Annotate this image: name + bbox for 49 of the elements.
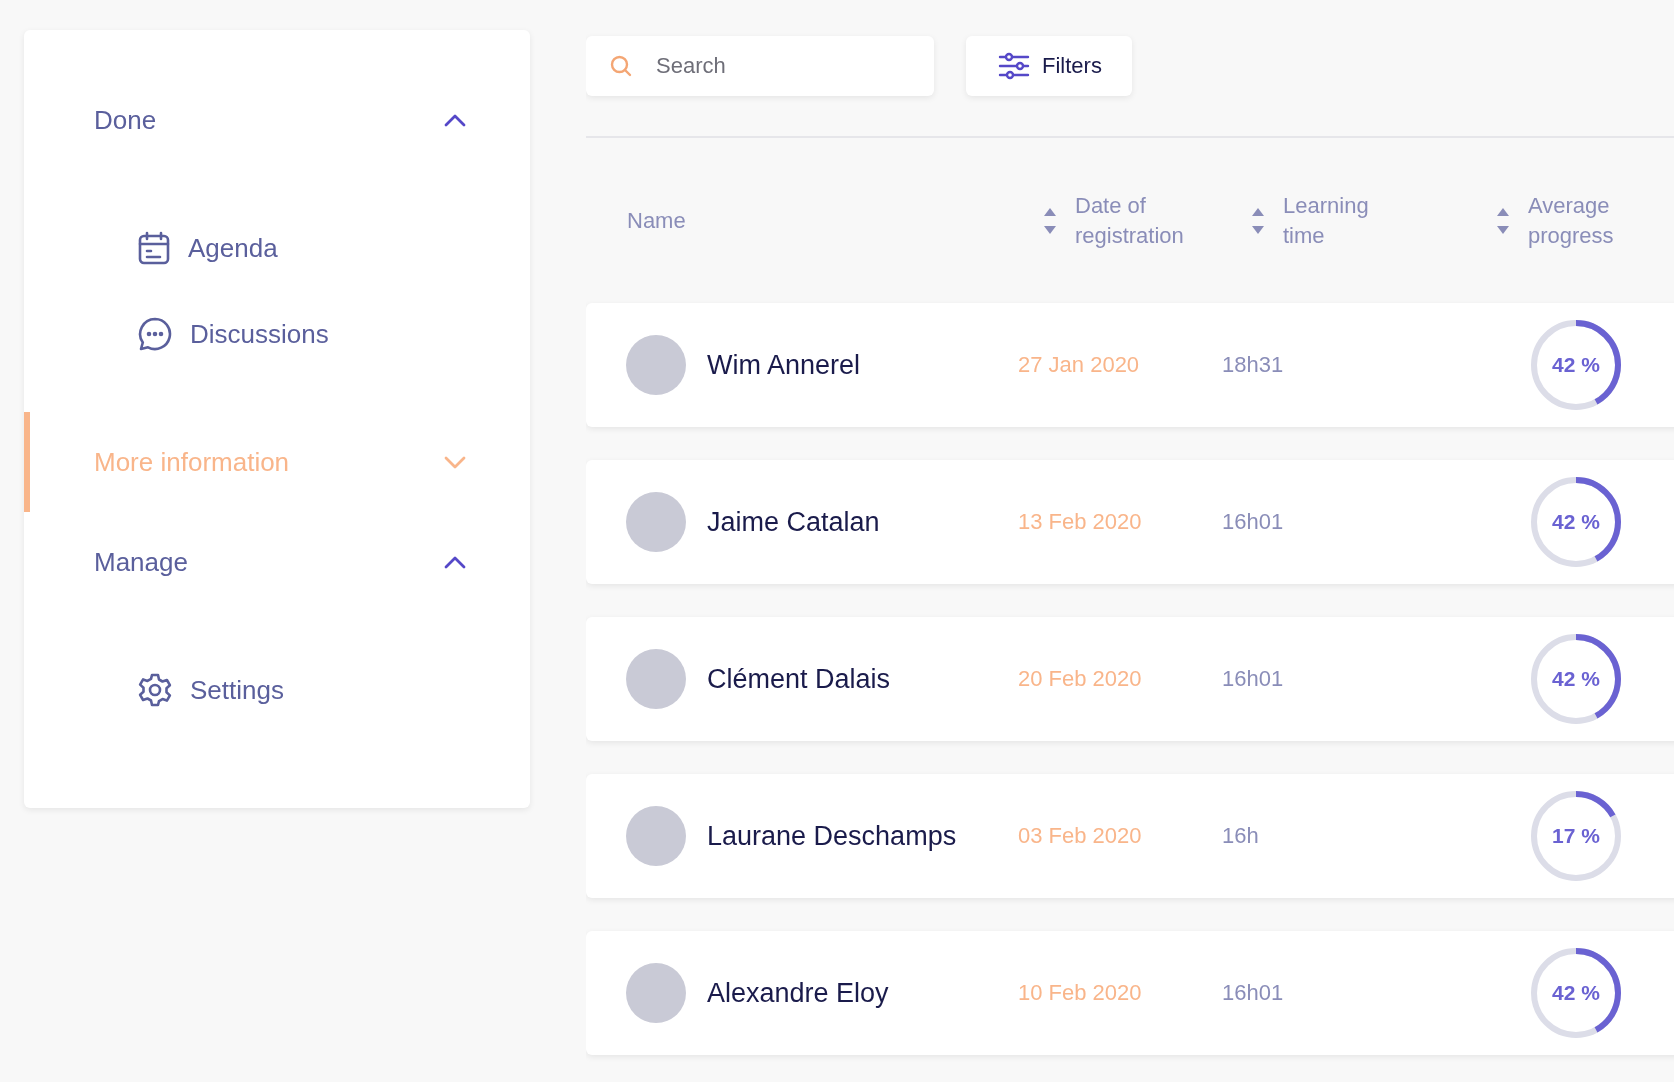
progress-percent: 42 %	[1552, 353, 1600, 377]
registration-date: 10 Feb 2020	[1018, 980, 1143, 1006]
column-header[interactable]: Date of registration	[1075, 190, 1205, 251]
column-header[interactable]: Learning time	[1283, 190, 1413, 251]
learner-name: Alexandre Eloy	[707, 977, 890, 1009]
section-toggle[interactable]: Done	[94, 90, 466, 150]
section-toggle[interactable]: Manage	[94, 532, 466, 592]
nav-item[interactable]: Agenda	[138, 218, 278, 278]
learning-time: 18h31	[1222, 352, 1285, 378]
learner-name: Clément Dalais	[707, 663, 892, 695]
chevron-down-icon	[444, 455, 466, 469]
registration-date: 27 Jan 2020	[1018, 352, 1141, 378]
learner-row[interactable]: Clément Dalais 20 Feb 2020 16h01 42 %	[586, 617, 1674, 741]
chat-bubble-icon	[138, 317, 172, 351]
progress-percent: 42 %	[1552, 510, 1600, 534]
progress-percent: 42 %	[1552, 667, 1600, 691]
learner-row[interactable]: Jaime Catalan 13 Feb 2020 16h01 42 %	[586, 460, 1674, 584]
registration-date: 13 Feb 2020	[1018, 509, 1143, 535]
calendar-icon	[138, 231, 170, 265]
learning-time: 16h01	[1222, 666, 1285, 692]
progress-percent: 17 %	[1552, 824, 1600, 848]
chevron-up-icon	[444, 555, 466, 569]
avatar-placeholder	[626, 335, 686, 395]
chevron-up-icon	[444, 113, 466, 127]
sliders-icon	[998, 52, 1030, 80]
avatar-placeholder	[626, 806, 686, 866]
learner-name: Laurane Deschamps	[707, 820, 958, 852]
column-header: Name	[627, 206, 686, 235]
registration-date: 03 Feb 2020	[1018, 823, 1143, 849]
avatar-placeholder	[626, 649, 686, 709]
gear-icon	[138, 673, 172, 707]
learner-row[interactable]: Laurane Deschamps 03 Feb 2020 16h 17 %	[586, 774, 1674, 898]
learner-row[interactable]: Alexandre Eloy 10 Feb 2020 16h01 42 %	[586, 931, 1674, 1055]
learning-time: 16h01	[1222, 509, 1285, 535]
learner-name: Wim Annerel	[707, 349, 862, 381]
search-field[interactable]: Search	[586, 36, 934, 96]
learner-name: Jaime Catalan	[707, 506, 881, 538]
registration-date: 20 Feb 2020	[1018, 666, 1143, 692]
avatar-placeholder	[626, 963, 686, 1023]
learner-row[interactable]: Wim Annerel 27 Jan 2020 18h31 42 %	[586, 303, 1674, 427]
search-icon	[610, 55, 632, 77]
nav-item[interactable]: Settings	[138, 660, 284, 720]
learning-time: 16h01	[1222, 980, 1285, 1006]
progress-percent: 42 %	[1552, 981, 1600, 1005]
learning-time: 16h	[1222, 823, 1260, 849]
avatar-placeholder	[626, 492, 686, 552]
column-header[interactable]: Average progress	[1528, 190, 1638, 251]
filters-button[interactable]: Filters	[966, 36, 1132, 96]
nav-item[interactable]: Discussions	[138, 304, 329, 364]
